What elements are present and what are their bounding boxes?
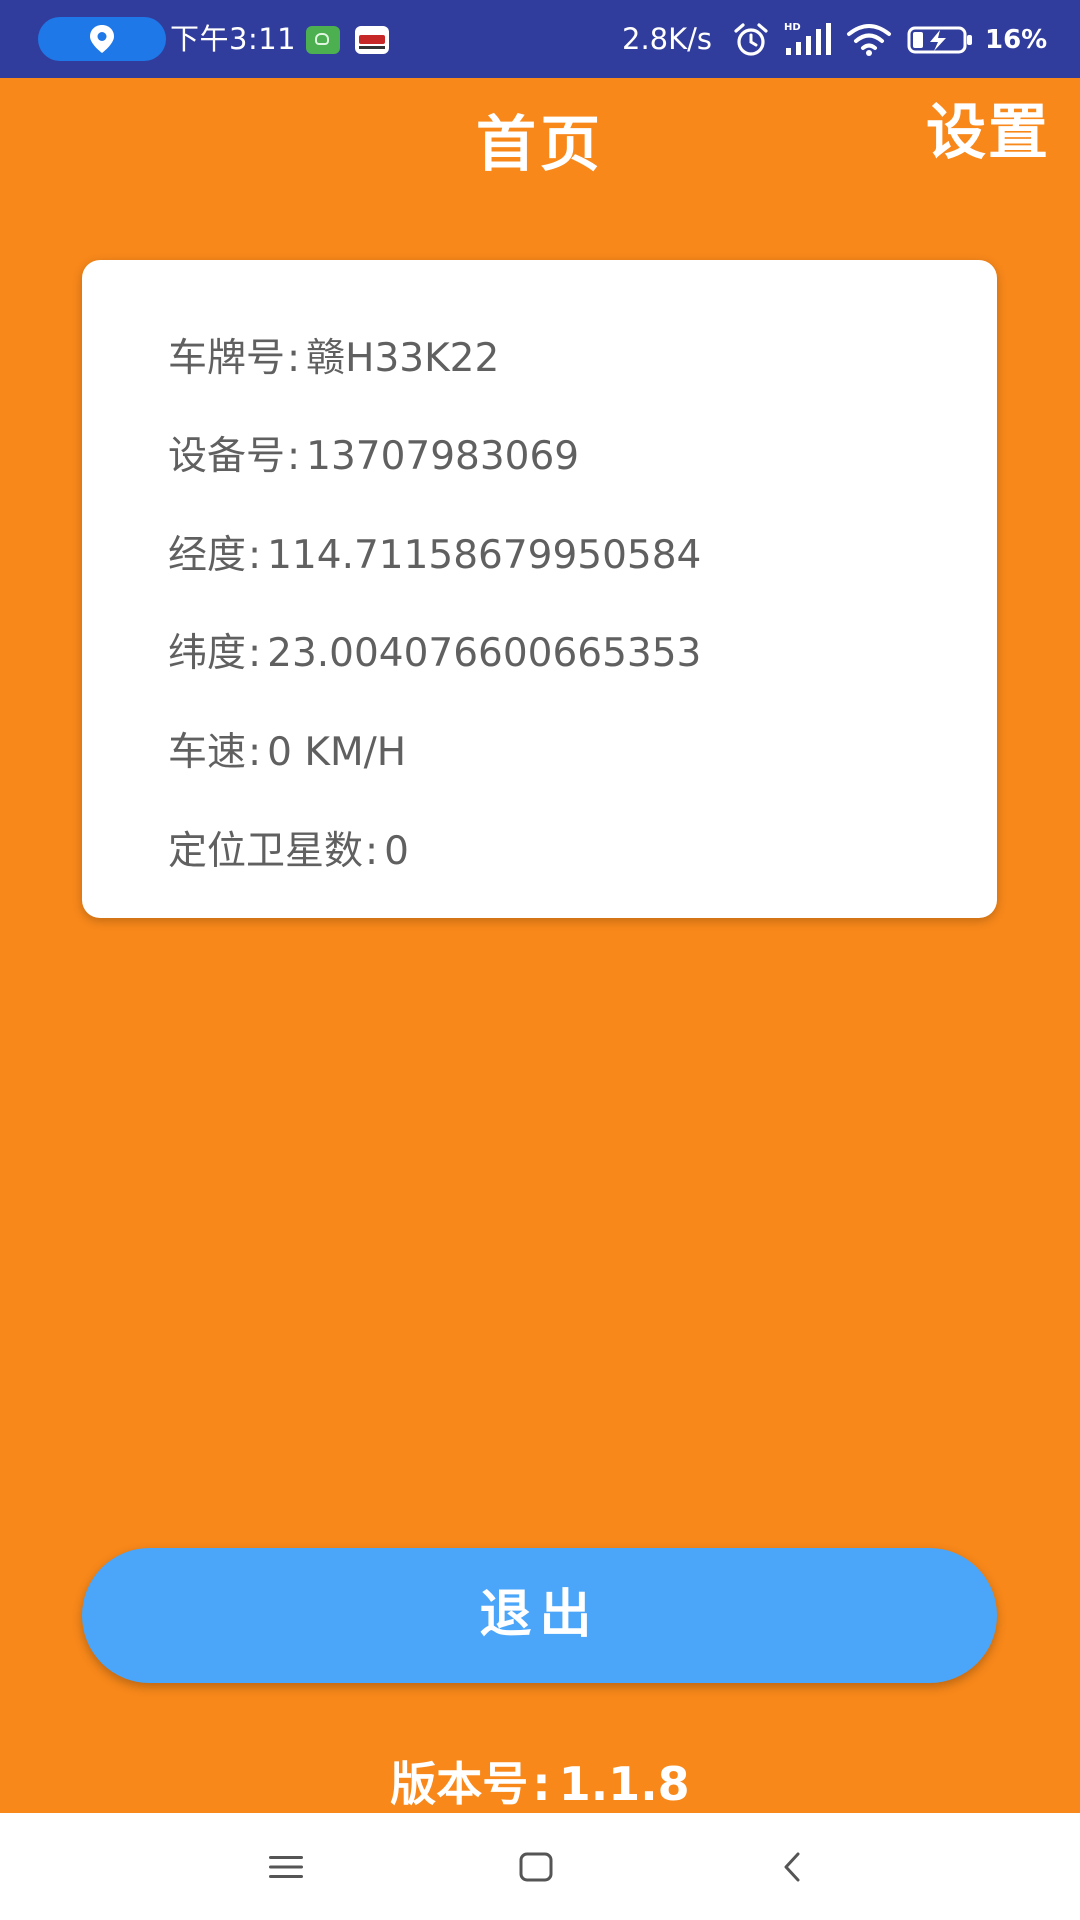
- plate-number-label: 车牌号: [168, 336, 286, 381]
- device-number-row: 设备号: 13707983069: [168, 432, 579, 482]
- menu-button[interactable]: [216, 1813, 356, 1920]
- satellite-count-label: 定位卫星数: [168, 829, 364, 874]
- home-icon: [519, 1852, 553, 1881]
- speed-label: 车速: [168, 730, 247, 775]
- home-button[interactable]: [466, 1813, 606, 1920]
- back-icon: [784, 1852, 800, 1881]
- alarm-icon: [734, 23, 768, 56]
- network-speed: 2.8K/s: [622, 22, 713, 56]
- menu-icon: [269, 1855, 303, 1878]
- wifi-icon: [847, 24, 891, 56]
- separator: :: [287, 336, 301, 381]
- speed-row: 车速: 0 KM/H: [168, 728, 406, 778]
- separator: :: [248, 730, 262, 775]
- settings-button[interactable]: 设置: [926, 88, 1050, 178]
- longitude-label: 经度: [168, 533, 247, 578]
- separator: :: [248, 533, 262, 578]
- card-notification-icon: [355, 26, 389, 54]
- battery-charging-icon: [907, 26, 972, 54]
- version-value: 1.1.8: [558, 1757, 690, 1811]
- device-number-value: 13707983069: [306, 434, 580, 479]
- hd-signal-icon: HD: [784, 22, 831, 55]
- navigation-bar: [0, 1813, 1080, 1920]
- app-notification-icon: [306, 26, 340, 54]
- plate-number-value: 赣H33K22: [306, 336, 500, 381]
- separator: :: [365, 829, 379, 874]
- version-text: 版本号: 1.1.8: [0, 1752, 1080, 1816]
- latitude-row: 纬度: 23.004076600665353: [168, 629, 701, 679]
- satellite-count-value: 0: [384, 829, 409, 874]
- separator: :: [248, 631, 262, 676]
- version-label: 版本号: [390, 1757, 529, 1811]
- longitude-value: 114.71158679950584: [267, 533, 702, 578]
- longitude-row: 经度: 114.71158679950584: [168, 531, 701, 581]
- latitude-value: 23.004076600665353: [267, 631, 702, 676]
- location-indicator[interactable]: [38, 17, 166, 61]
- version-separator: :: [532, 1757, 551, 1811]
- page-title: 首页: [476, 110, 604, 180]
- back-button[interactable]: [722, 1813, 862, 1920]
- plate-number-row: 车牌号: 赣H33K22: [168, 334, 499, 384]
- svg-text:HD: HD: [784, 22, 801, 33]
- device-number-label: 设备号: [168, 434, 286, 479]
- latitude-label: 纬度: [168, 631, 247, 676]
- exit-button[interactable]: 退出: [82, 1548, 997, 1683]
- status-bar: 下午3:11 2.8K/s HD 16%: [0, 0, 1080, 78]
- satellite-count-row: 定位卫星数: 0: [168, 827, 409, 877]
- vehicle-info-card: 车牌号: 赣H33K22 设备号: 13707983069 经度: 114.71158…: [82, 260, 997, 918]
- battery-percent: 16%: [985, 25, 1048, 55]
- speed-value: 0 KM/H: [267, 730, 407, 775]
- location-icon: [90, 25, 114, 53]
- screen: 下午3:11 2.8K/s HD 16% 首页 设置 车牌号: 赣H33K22 …: [0, 0, 1080, 1920]
- separator: :: [287, 434, 301, 479]
- status-time: 下午3:11: [170, 22, 297, 56]
